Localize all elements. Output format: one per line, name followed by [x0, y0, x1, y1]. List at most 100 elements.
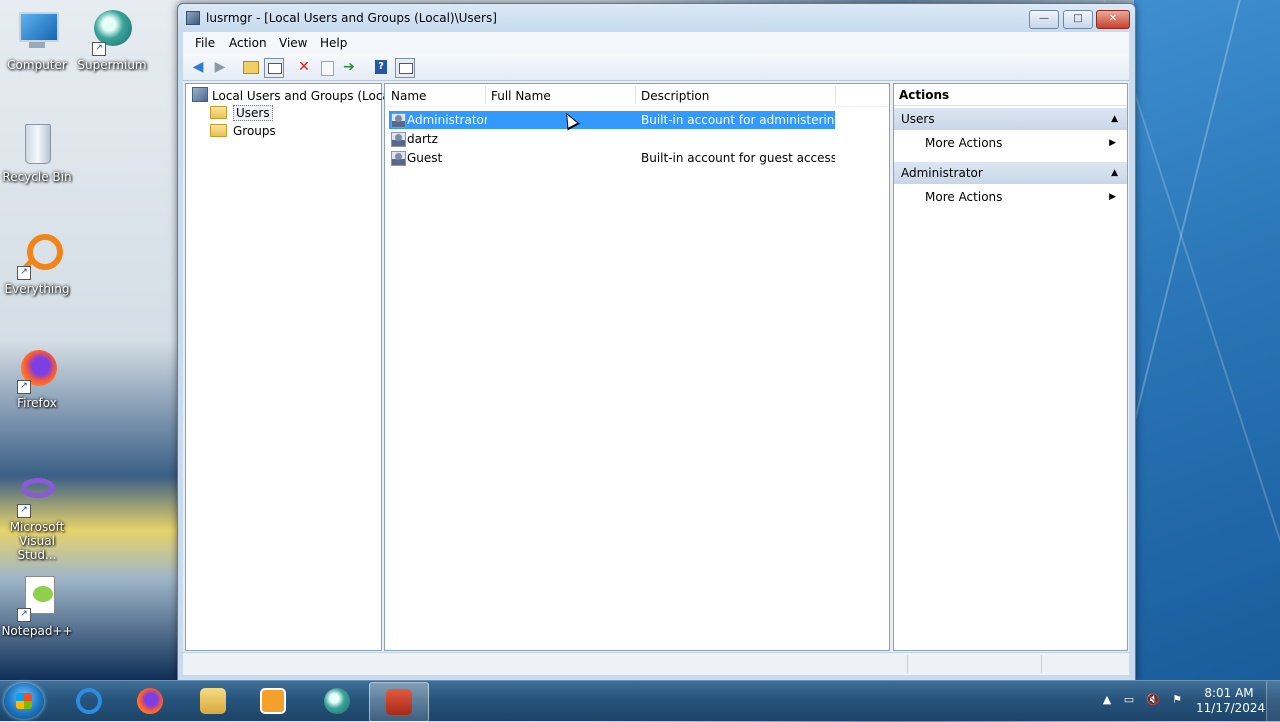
tree-item-label: Groups	[233, 124, 276, 138]
desktop-icon-label: Supermium	[77, 58, 147, 72]
actions-title: Actions	[894, 84, 1127, 106]
windows-logo-icon	[16, 693, 32, 709]
tree-root[interactable]: Local Users and Groups (Local)	[192, 87, 398, 103]
column-header-full-name[interactable]: Full Name	[491, 84, 551, 106]
collapse-arrow-icon[interactable]: ▲	[1111, 162, 1118, 184]
column-separator[interactable]	[835, 86, 836, 104]
show-hide-action-pane-icon[interactable]	[395, 58, 415, 78]
taskbar-file-explorer[interactable]	[184, 682, 242, 720]
maximize-button[interactable]: □	[1063, 10, 1093, 29]
actions-pane: Actions Users ▲ More Actions ▶ Administr…	[893, 83, 1128, 651]
minimize-button[interactable]: —	[1029, 10, 1059, 29]
action-more-actions-administrator[interactable]: More Actions ▶	[925, 187, 1120, 207]
show-hidden-icons-icon[interactable]: ▲	[1100, 693, 1114, 707]
menu-bar: File Action View Help	[183, 32, 1129, 54]
collapse-arrow-icon[interactable]: ▲	[1111, 108, 1118, 130]
taskbar: ▲ ▭ 🔇 ⚑ 8:01 AM 11/17/2024	[0, 680, 1280, 722]
cell-description: Built-in account for administering...	[641, 113, 835, 127]
supermium-icon	[324, 688, 350, 714]
firefox-icon	[137, 688, 163, 714]
forward-icon[interactable]: ▶	[211, 58, 229, 76]
file-explorer-icon	[200, 688, 226, 714]
volume-muted-icon[interactable]: 🔇	[1146, 693, 1160, 707]
desktop-icon-label: Everything	[4, 282, 70, 296]
desktop-icon-visual-studio[interactable]: ↗ Microsoft Visual Stud...	[0, 472, 74, 562]
user-icon	[391, 151, 406, 166]
column-separator[interactable]	[635, 86, 636, 104]
column-header-description[interactable]: Description	[641, 84, 709, 106]
actions-section-label: Administrator	[901, 166, 983, 180]
status-divider	[1041, 655, 1042, 673]
actions-section-administrator[interactable]: Administrator ▲	[894, 162, 1127, 184]
toolbar: ◀ ▶ ✕ ➔ ?	[183, 54, 1129, 81]
desktop-icon-supermium[interactable]: ↗ Supermium	[75, 10, 149, 72]
desktop-icon-label: Recycle Bin	[2, 170, 72, 184]
status-bar	[183, 652, 1129, 675]
actions-section-users[interactable]: Users ▲	[894, 108, 1127, 130]
back-icon[interactable]: ◀	[189, 58, 207, 76]
taskbar-internet-explorer[interactable]	[60, 682, 118, 720]
console-tree: Local Users and Groups (Local) Users Gro…	[185, 83, 398, 651]
menu-help[interactable]: Help	[320, 36, 347, 50]
clock[interactable]: 8:01 AM 11/17/2024	[1196, 686, 1265, 716]
tree-item-groups[interactable]: Groups	[210, 123, 276, 139]
cell-name: Guest	[407, 151, 443, 165]
actions-section-label: Users	[901, 112, 935, 126]
folder-icon	[210, 106, 227, 119]
title-bar[interactable]: lusrmgr - [Local Users and Groups (Local…	[178, 4, 1135, 32]
up-folder-icon[interactable]	[241, 58, 259, 76]
status-divider	[907, 655, 908, 673]
menu-view[interactable]: View	[279, 36, 307, 50]
table-row-administrator[interactable]: Administrator Built-in account for admin…	[389, 111, 835, 129]
column-separator[interactable]	[485, 86, 486, 104]
menu-action[interactable]: Action	[229, 36, 267, 50]
delete-icon[interactable]: ✕	[295, 58, 313, 76]
user-icon	[391, 113, 406, 128]
action-label: More Actions	[925, 136, 1003, 150]
network-icon[interactable]: ▭	[1122, 693, 1136, 707]
everything-icon: ↗	[15, 234, 63, 280]
recycle-bin-icon	[15, 122, 59, 166]
users-list: Name Full Name Description Administrator…	[384, 83, 890, 651]
start-button[interactable]	[4, 683, 44, 719]
desktop-icon-recycle-bin[interactable]: Recycle Bin	[0, 122, 74, 184]
internet-explorer-icon	[76, 688, 102, 714]
submenu-arrow-icon: ▶	[1109, 138, 1116, 148]
taskbar-computer-management[interactable]	[369, 682, 429, 722]
desktop-icon-notepad-plus-plus[interactable]: ↗ Notepad++	[0, 576, 74, 638]
tree-item-users[interactable]: Users	[210, 105, 273, 121]
computer-management-icon	[386, 689, 412, 715]
table-row-dartz[interactable]: dartz	[389, 130, 835, 148]
notepad-plus-plus-icon: ↗	[15, 576, 59, 622]
desktop-background-right	[1134, 0, 1280, 680]
desktop-icon-computer[interactable]: Computer	[0, 10, 74, 72]
submenu-arrow-icon: ▶	[1109, 192, 1116, 202]
console-content: Local Users and Groups (Local) Users Gro…	[183, 81, 1129, 652]
desktop-icon-label: Firefox	[17, 396, 57, 410]
lusrmgr-window: lusrmgr - [Local Users and Groups (Local…	[177, 3, 1136, 682]
show-desktop-button[interactable]	[1266, 681, 1280, 721]
close-button[interactable]: ✕	[1096, 10, 1130, 29]
app-icon	[186, 11, 200, 25]
desktop-icon-firefox[interactable]: ↗ Firefox	[0, 348, 74, 410]
show-hide-tree-icon[interactable]	[264, 58, 284, 78]
action-center-flag-icon[interactable]: ⚑	[1170, 693, 1184, 707]
taskbar-supermium[interactable]	[308, 682, 366, 720]
cell-description: Built-in account for guest access t...	[641, 151, 835, 165]
action-more-actions-users[interactable]: More Actions ▶	[925, 133, 1120, 153]
properties-icon[interactable]	[318, 58, 336, 76]
cell-name: Administrator	[407, 113, 487, 127]
table-row-guest[interactable]: Guest Built-in account for guest access …	[389, 149, 835, 167]
export-list-icon[interactable]: ➔	[340, 58, 358, 76]
column-header-name[interactable]: Name	[391, 84, 426, 106]
taskbar-media-player[interactable]	[244, 682, 302, 720]
help-icon[interactable]: ?	[372, 58, 390, 76]
desktop-icon-label: Notepad++	[1, 624, 73, 638]
desktop-icon-everything[interactable]: ↗ Everything	[0, 234, 74, 296]
taskbar-firefox[interactable]	[121, 682, 179, 720]
menu-file[interactable]: File	[195, 36, 215, 50]
visual-studio-icon: ↗	[15, 472, 59, 518]
desktop-icon-label: Computer	[7, 58, 67, 72]
firefox-icon: ↗	[15, 348, 59, 394]
local-users-groups-icon	[192, 87, 208, 102]
